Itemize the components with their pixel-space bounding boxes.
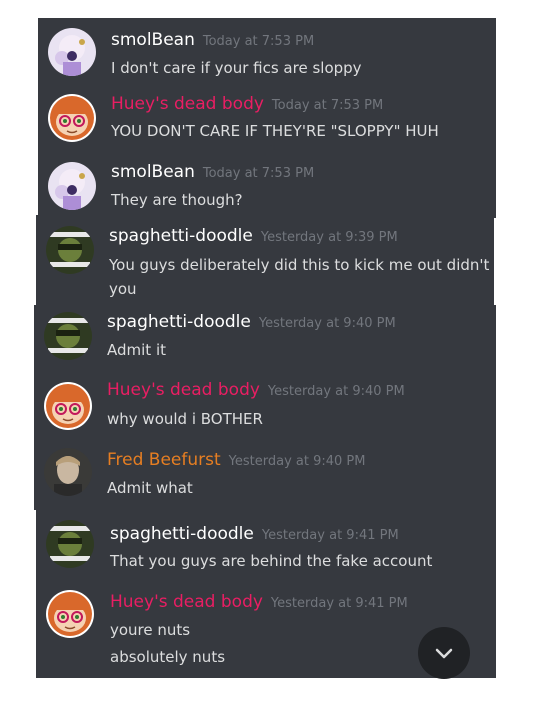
timestamp: Yesterday at 9:39 PM (260, 230, 398, 245)
jump-to-bottom-button[interactable] (418, 627, 470, 679)
author-name[interactable]: spaghetti-doodle Yesterday at 9:40 PM (107, 312, 396, 332)
timestamp: Yesterday at 9:41 PM (261, 528, 399, 543)
spaghetti-avatar[interactable] (46, 226, 94, 274)
timestamp: Yesterday at 9:40 PM (228, 454, 366, 469)
author-name[interactable]: smolBean Today at 7:53 PM (111, 30, 314, 50)
chat-message: smolBean Today at 7:53 PM I don't care if… (48, 26, 488, 92)
message-text: That you guys are behind the fake accoun… (110, 552, 433, 570)
author-label[interactable]: spaghetti-doodle (110, 524, 254, 544)
author-label[interactable]: Huey's dead body (110, 592, 263, 612)
chat-message: spaghetti-doodle Yesterday at 9:40 PM Adm… (44, 312, 488, 378)
timestamp: Today at 7:53 PM (202, 34, 315, 49)
author-label[interactable]: spaghetti-doodle (109, 226, 253, 246)
message-text: Admit what (107, 479, 193, 497)
author-name[interactable]: spaghetti-doodle Yesterday at 9:41 PM (110, 524, 399, 544)
chat-message: Huey's dead body Yesterday at 9:40 PM why… (44, 380, 488, 446)
chat-message: smolBean Today at 7:53 PM They are though… (48, 160, 488, 226)
author-name[interactable]: Huey's dead body Today at 7:53 PM (111, 94, 383, 114)
message-text: YOU DON'T CARE IF THEY'RE "SLOPPY" HUH (111, 122, 439, 140)
author-label[interactable]: Huey's dead body (111, 94, 264, 114)
timestamp: Yesterday at 9:40 PM (267, 384, 405, 399)
author-name[interactable]: Huey's dead body Yesterday at 9:41 PM (110, 592, 408, 612)
message-text: I don't care if your fics are sloppy (111, 59, 362, 77)
author-label[interactable]: smolBean (111, 30, 195, 50)
author-label[interactable]: Fred Beefurst (107, 450, 221, 470)
spaghetti-avatar[interactable] (46, 520, 94, 568)
chat-message: spaghetti-doodle Yesterday at 9:39 PM You… (46, 226, 490, 302)
message-text: Admit it (107, 341, 166, 359)
timestamp: Yesterday at 9:40 PM (258, 316, 396, 331)
author-label[interactable]: Huey's dead body (107, 380, 260, 400)
message-text: You guys deliberately did this to kick m… (109, 256, 490, 274)
chevron-down-icon (435, 648, 453, 659)
chat-message: Fred Beefurst Yesterday at 9:40 PM Admit … (44, 448, 488, 514)
huey-avatar[interactable] (44, 382, 92, 430)
author-label[interactable]: spaghetti-doodle (107, 312, 251, 332)
smolbean-avatar[interactable] (48, 162, 96, 210)
fred-avatar[interactable] (44, 448, 92, 496)
message-text: They are though? (111, 191, 243, 209)
huey-avatar[interactable] (48, 94, 96, 142)
timestamp: Today at 7:53 PM (271, 98, 384, 113)
author-label[interactable]: smolBean (111, 162, 195, 182)
message-text: you (109, 280, 137, 298)
chat-message: Huey's dead body Today at 7:53 PM YOU DON… (48, 92, 488, 158)
author-name[interactable]: Huey's dead body Yesterday at 9:40 PM (107, 380, 405, 400)
smolbean-avatar[interactable] (48, 28, 96, 76)
huey-avatar[interactable] (46, 590, 94, 638)
chat-message: spaghetti-doodle Yesterday at 9:41 PM Tha… (46, 520, 490, 588)
message-text: absolutely nuts (110, 648, 226, 666)
timestamp: Yesterday at 9:41 PM (270, 596, 408, 611)
timestamp: Today at 7:53 PM (202, 166, 315, 181)
author-name[interactable]: smolBean Today at 7:53 PM (111, 162, 314, 182)
author-name[interactable]: spaghetti-doodle Yesterday at 9:39 PM (109, 226, 398, 246)
message-text: why would i BOTHER (107, 410, 263, 428)
message-text: youre nuts (110, 621, 191, 639)
spaghetti-avatar[interactable] (44, 312, 92, 360)
author-name[interactable]: Fred Beefurst Yesterday at 9:40 PM (107, 450, 366, 470)
